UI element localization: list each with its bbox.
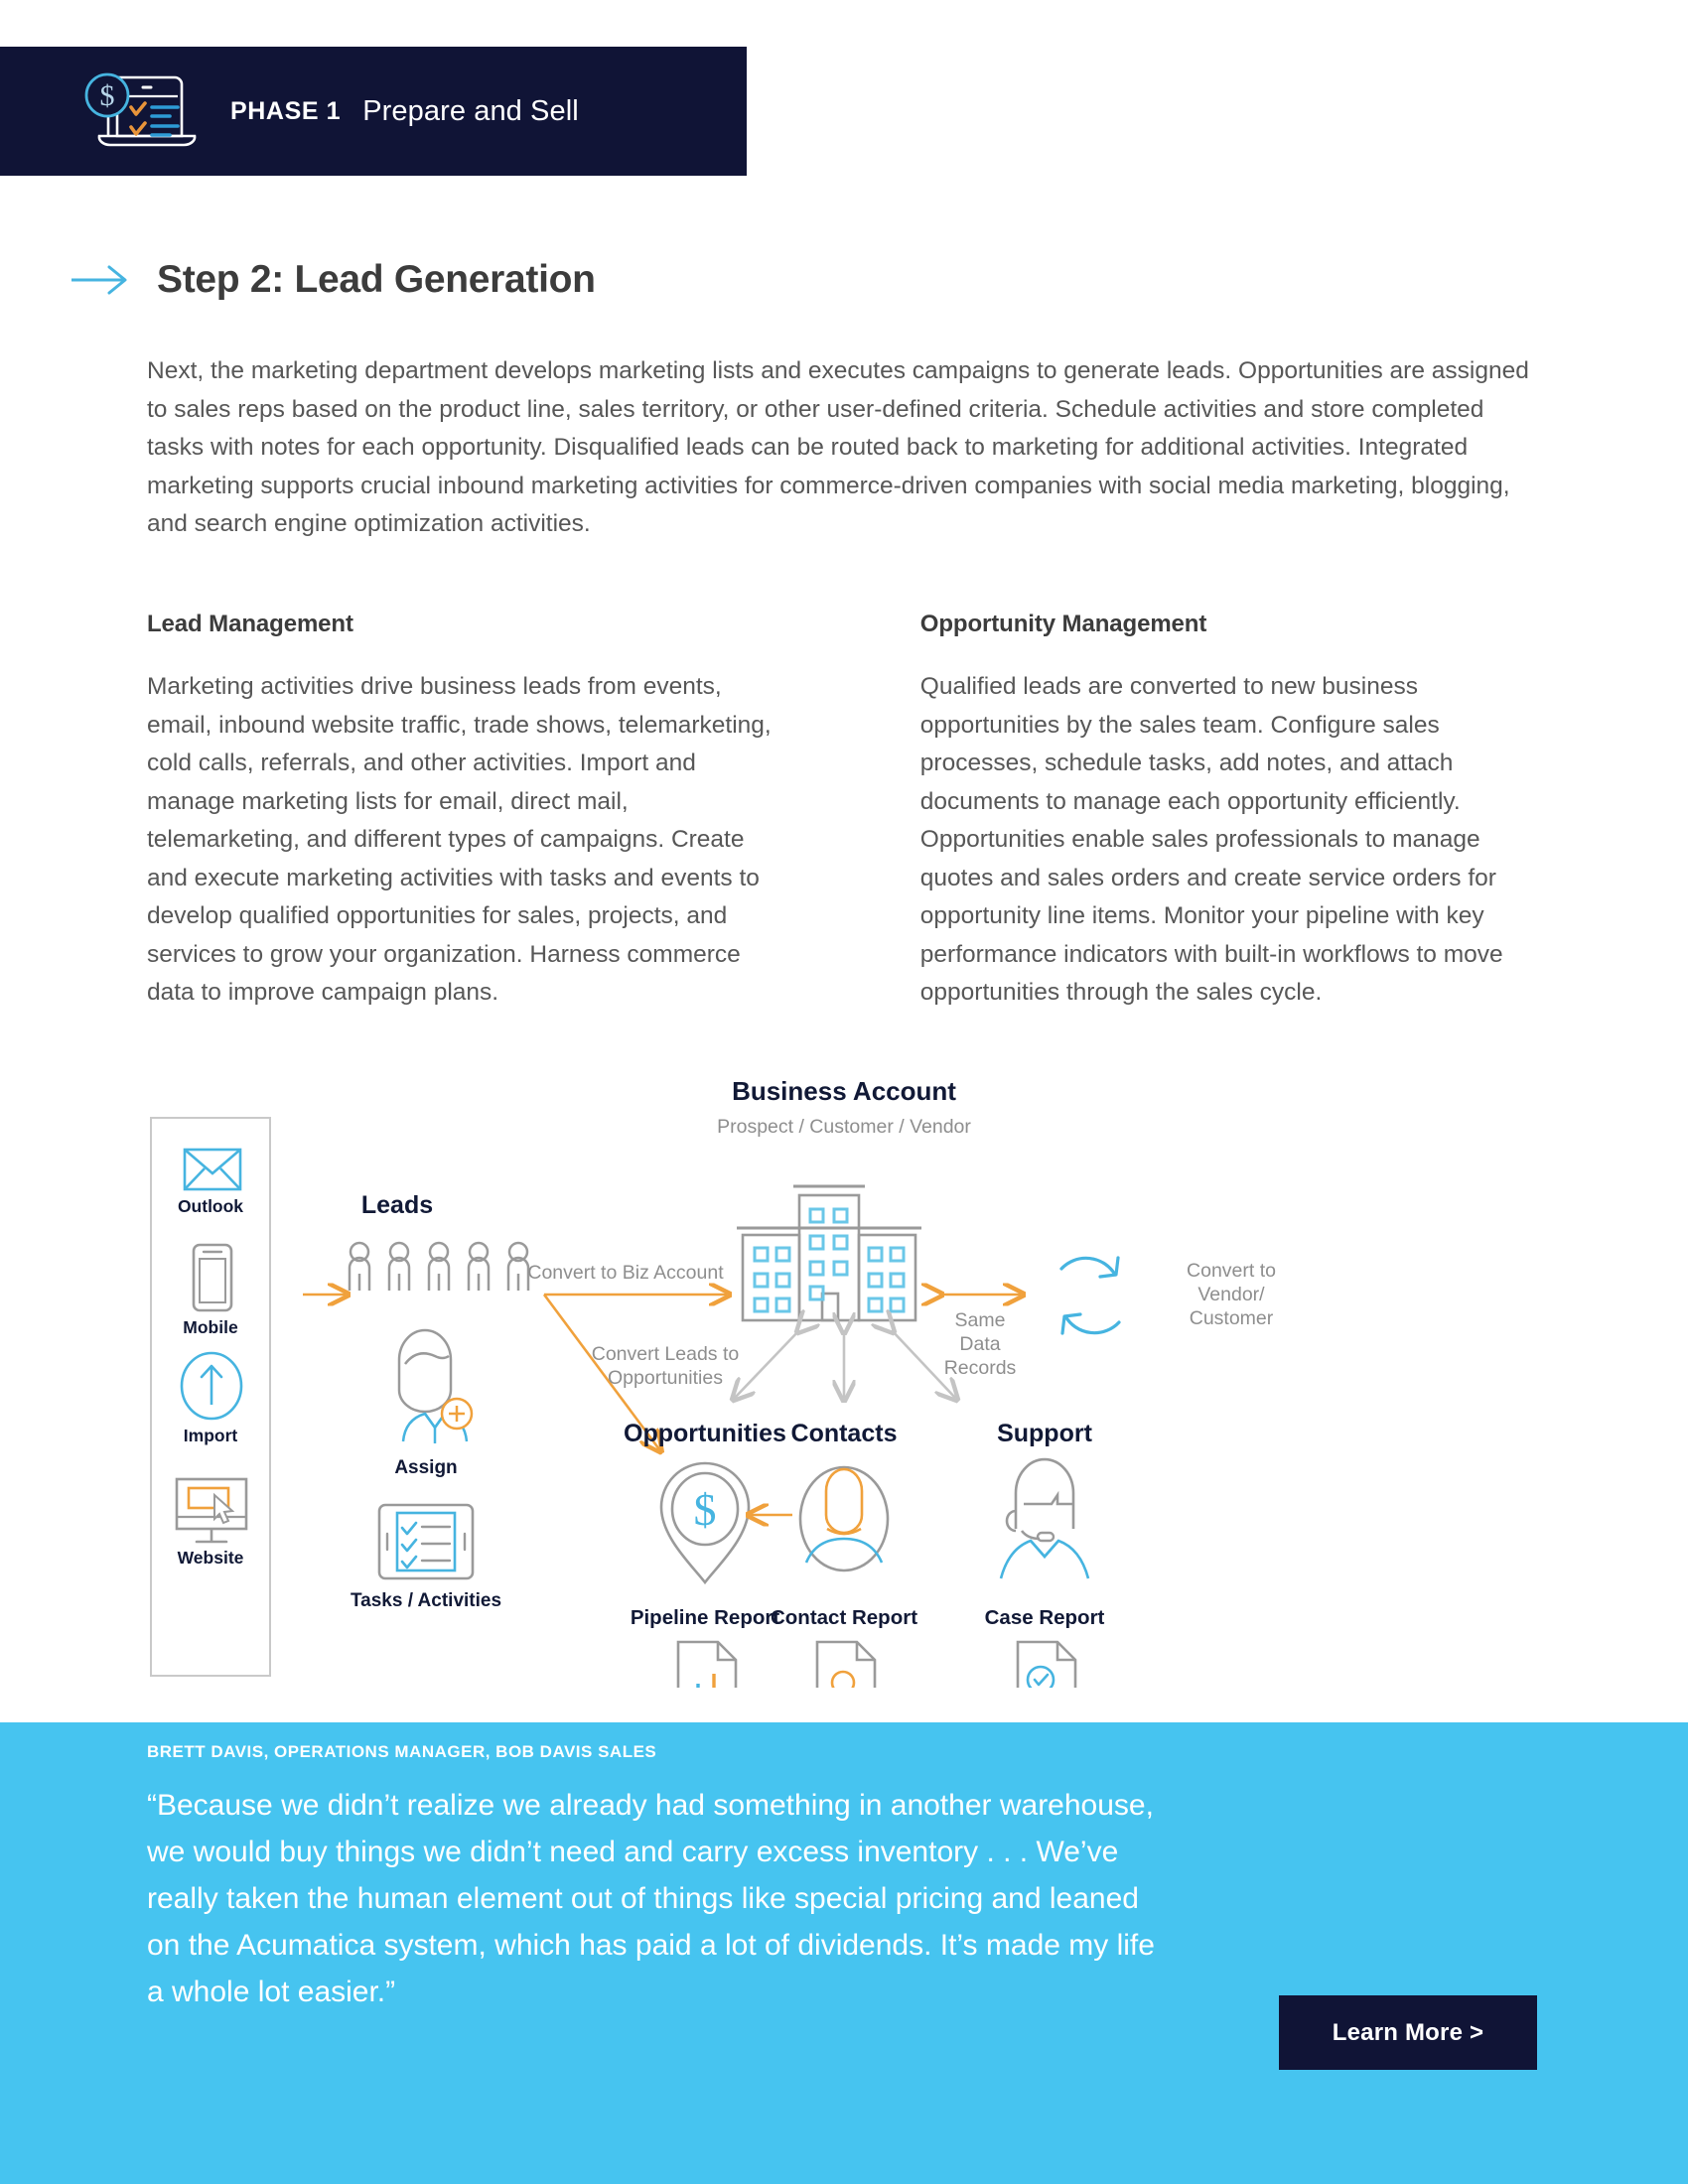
edge-label-same: Same [955,1309,1006,1331]
learn-more-button[interactable]: Learn More > [1279,1995,1537,2070]
document-bar-chart-icon [676,1640,738,1688]
svg-text:$: $ [100,79,115,112]
step-heading: Step 2: Lead Generation [70,258,596,302]
person-avatar-icon [798,1465,890,1572]
document-person-icon [815,1640,877,1688]
intro-paragraph: Next, the marketing department develops … [147,357,1529,537]
channel-label: Outlook [178,1196,243,1216]
assign-label: Assign [394,1457,457,1478]
channel-label: Website [178,1548,244,1568]
crm-flow-diagram: Outlook Mobile Import Website Leads Assi… [149,1032,1539,1688]
node-title-support: Support [997,1420,1092,1447]
business-account-subtitle: Prospect / Customer / Vendor [717,1116,971,1138]
svg-text:$: $ [694,1484,717,1535]
tablet-checklist-icon: Tasks / Activities [351,1503,501,1611]
testimonial-band: “Because we didn’t realize we already ha… [0,1722,1688,2184]
report-label-contact: Contact Report [771,1606,917,1629]
phase-label: PHASE 1 [230,96,342,125]
map-pin-dollar-icon: $ [659,1461,751,1585]
office-building-icon [737,1184,921,1322]
channel-outlook: Outlook [178,1148,243,1216]
convert-vendor-label-1: Convert to [1187,1260,1276,1282]
edge-account-opportunities [735,1330,799,1398]
business-account-title: Business Account [732,1076,956,1106]
channel-label: Mobile [183,1317,238,1337]
convert-vendor-label-2: Vendor/ [1197,1284,1265,1305]
page-root: $ PHASE 1 Prepare and Sell Step 2: Lead … [0,0,1688,2184]
edge-label-convert-opportunities-2: Opportunities [608,1367,723,1389]
person-plus-icon: Assign [394,1328,474,1478]
edge-label-convert-biz: Convert to Biz Account [527,1262,724,1284]
column-opportunity-management: Opportunity Management Qualified leads a… [920,611,1537,1013]
tasks-label: Tasks / Activities [351,1590,501,1611]
laptop-dollar-checklist-icon: $ [84,72,197,147]
convert-vendor-label-3: Customer [1190,1307,1274,1329]
column-lead-management: Lead Management Marketing activities dri… [147,611,774,1013]
channel-mobile: Mobile [183,1243,238,1337]
column-body: Marketing activities drive business lead… [147,673,772,1006]
edge-label-data: Data [959,1333,1000,1355]
refresh-cycle-icon [1059,1256,1121,1335]
page-title: Step 2: Lead Generation [157,258,596,301]
node-title-opportunities: Opportunities [624,1420,786,1447]
phase-title: Prepare and Sell [362,94,579,127]
column-heading: Opportunity Management [919,611,1207,637]
document-check-alert-icon [1016,1640,1077,1688]
feature-columns: Lead Management Marketing activities dri… [147,611,1537,1013]
quote-attribution: BRETT DAVIS, OPERATIONS MANAGER, BOB DAV… [147,1742,657,1761]
leads-title: Leads [361,1191,433,1219]
edge-label-convert-opportunities: Convert Leads to [592,1343,740,1365]
channel-label: Import [184,1426,238,1445]
channel-website: Website [175,1477,248,1568]
report-label-pipeline: Pipeline Report [631,1606,780,1629]
column-heading: Lead Management [147,611,353,637]
arrow-right-icon [71,265,127,295]
channel-import: Import [180,1351,243,1445]
people-group-icon [348,1241,530,1291]
headset-agent-icon [999,1457,1090,1579]
edge-label-records: Records [944,1357,1017,1379]
phase-banner: $ PHASE 1 Prepare and Sell [0,47,747,176]
quote-text: “Because we didn’t realize we already ha… [147,1789,1155,2008]
column-body: Qualified leads are converted to new bus… [919,673,1503,1006]
report-label-case: Case Report [985,1606,1105,1629]
node-title-contacts: Contacts [791,1420,898,1447]
